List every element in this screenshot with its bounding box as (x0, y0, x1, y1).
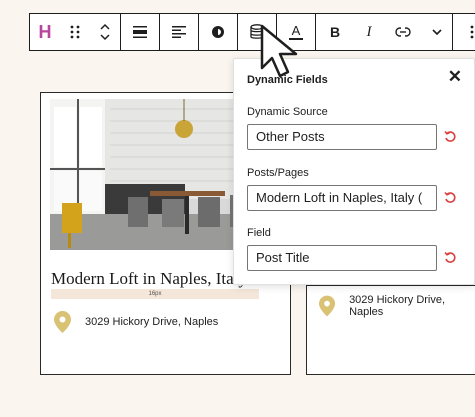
align-icon[interactable] (121, 14, 159, 50)
text-align-left-icon[interactable] (160, 14, 198, 50)
italic-icon[interactable]: I (354, 14, 384, 50)
field-label: Field (247, 227, 271, 239)
block-toolbar: H A B I (29, 13, 475, 51)
address-text: 3029 Hickory Drive, Naples (349, 294, 446, 318)
spacing-indicator[interactable]: 16px (51, 289, 259, 299)
chevron-down-icon[interactable] (422, 14, 452, 50)
toolbar-group-block: H (30, 14, 121, 50)
mouse-cursor-icon (260, 24, 298, 78)
location-pin-icon (54, 311, 71, 333)
field-select[interactable]: Post Title (247, 245, 437, 271)
editor-canvas: Modern Loft in Naples, Italy 16px 3029 H… (0, 0, 475, 417)
posts-pages-select[interactable]: Modern Loft in Naples, Italy ( (247, 185, 437, 211)
link-icon[interactable] (384, 14, 422, 50)
contrast-icon[interactable] (199, 14, 237, 50)
close-icon[interactable]: ✕ (448, 67, 462, 87)
bold-icon[interactable]: B (316, 14, 354, 50)
toolbar-group-text-align (160, 14, 199, 50)
toolbar-group-styles (199, 14, 238, 50)
location-pin-icon (319, 295, 336, 317)
reset-icon[interactable] (444, 130, 457, 143)
posts-pages-label: Posts/Pages (247, 167, 309, 179)
dynamic-fields-popover: Dynamic Fields ✕ Dynamic Source Other Po… (233, 58, 475, 285)
property-card[interactable]: 3029 Hickory Drive, Naples (306, 285, 475, 375)
reset-icon[interactable] (444, 191, 457, 204)
toolbar-group-align (121, 14, 160, 50)
chevron-up-down-icon[interactable] (90, 14, 120, 50)
address-text: 3029 Hickory Drive, Naples (85, 316, 219, 328)
more-vertical-icon[interactable] (453, 14, 475, 50)
heading-h-icon[interactable]: H (30, 14, 60, 50)
toolbar-group-options (453, 14, 475, 50)
drag-handle-icon[interactable] (60, 14, 90, 50)
dynamic-source-label: Dynamic Source (247, 106, 328, 118)
toolbar-group-format: B I (316, 14, 453, 50)
property-address: 3029 Hickory Drive, Naples (319, 294, 475, 318)
dynamic-source-select[interactable]: Other Posts (247, 124, 437, 150)
property-address: 3029 Hickory Drive, Naples (54, 311, 218, 333)
reset-icon[interactable] (444, 251, 457, 264)
